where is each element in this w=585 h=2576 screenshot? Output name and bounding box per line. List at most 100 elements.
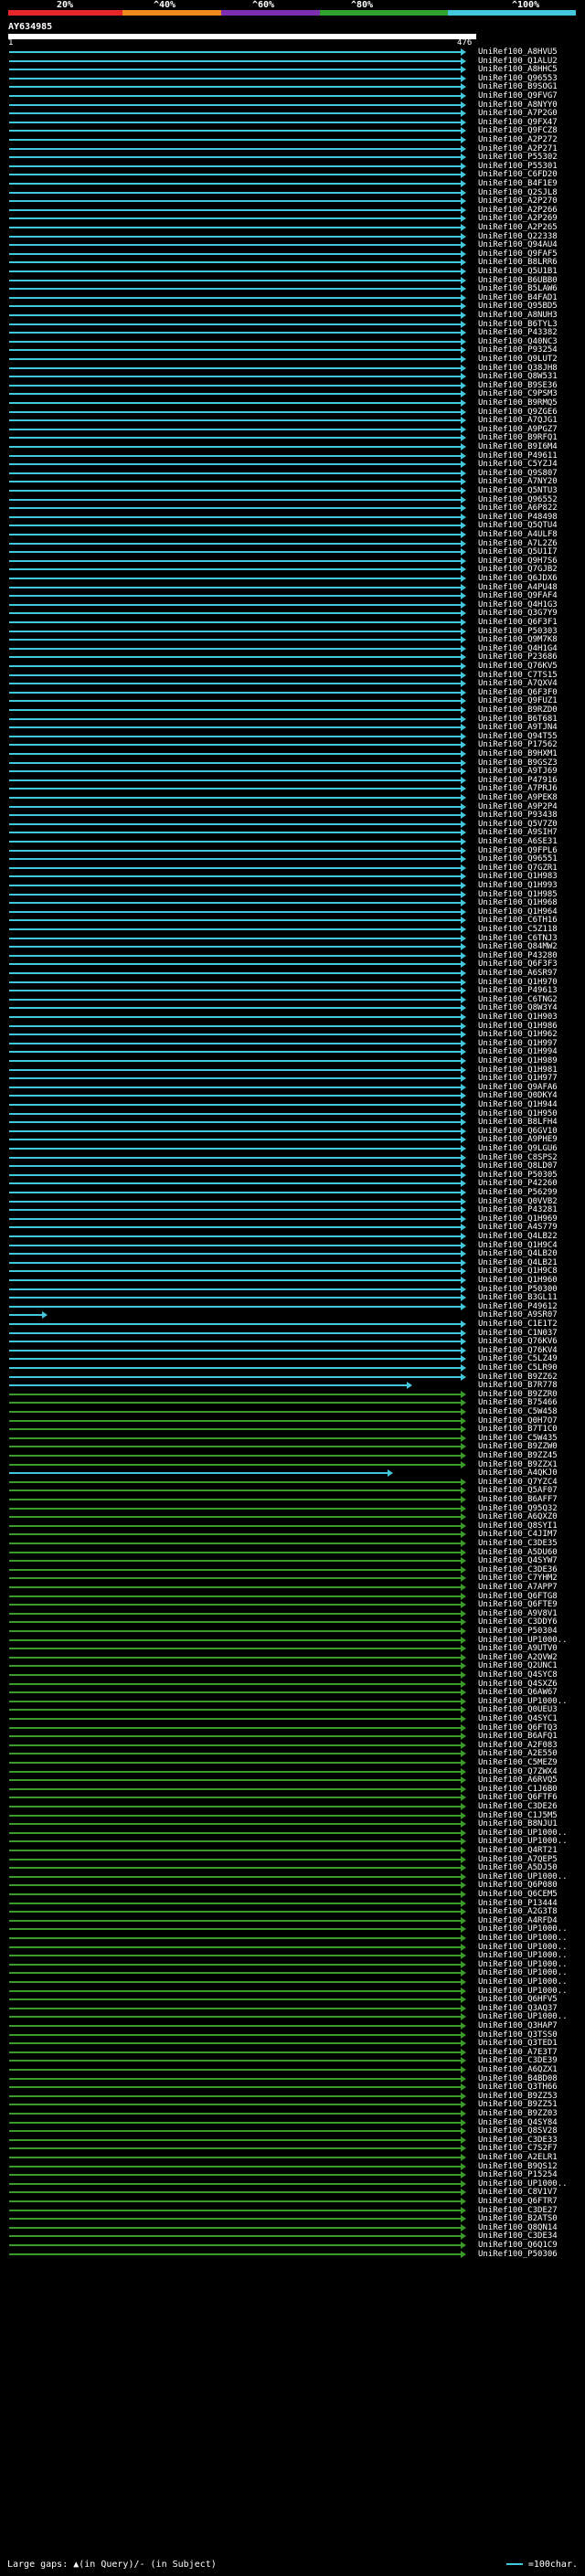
hit-bar[interactable] xyxy=(9,1762,461,1764)
hit-row[interactable]: UniRef100_Q6CEM5 xyxy=(9,1890,585,1899)
hit-row[interactable]: UniRef100_Q9FPL6 xyxy=(9,846,585,855)
hit-bar[interactable] xyxy=(9,2218,461,2221)
hit-row[interactable]: UniRef100_B7R778 xyxy=(9,1381,585,1390)
hit-row[interactable]: UniRef100_Q8LD07 xyxy=(9,1161,585,1171)
hit-label[interactable]: UniRef100_Q4H1G4 xyxy=(478,644,558,653)
hit-label[interactable]: UniRef100_B6T681 xyxy=(478,715,558,724)
hit-bar[interactable] xyxy=(9,2077,461,2080)
hit-row[interactable]: UniRef100_A2P272 xyxy=(9,135,585,144)
hit-row[interactable]: UniRef100_Q8W531 xyxy=(9,372,585,381)
hit-bar[interactable] xyxy=(9,2209,461,2211)
hit-row[interactable]: UniRef100_P49613 xyxy=(9,986,585,995)
hit-label[interactable]: UniRef100_Q40NC3 xyxy=(478,337,558,346)
hit-label[interactable]: UniRef100_Q9FX47 xyxy=(478,118,558,127)
hit-row[interactable]: UniRef100_Q1H964 xyxy=(9,907,585,917)
hit-label[interactable]: UniRef100_P50303 xyxy=(478,627,558,636)
hit-row[interactable]: UniRef100_Q1H985 xyxy=(9,890,585,899)
hit-row[interactable]: UniRef100_Q9AFA6 xyxy=(9,1083,585,1092)
hit-bar[interactable] xyxy=(9,1068,461,1071)
hit-row[interactable]: UniRef100_UP1000.. xyxy=(9,2179,585,2189)
hit-row[interactable]: UniRef100_Q6FTQ3 xyxy=(9,1723,585,1733)
hit-row[interactable]: UniRef100_Q94T55 xyxy=(9,732,585,741)
hit-row[interactable]: UniRef100_Q3TH66 xyxy=(9,2083,585,2092)
hit-row[interactable]: UniRef100_A2QVW2 xyxy=(9,1653,585,1662)
hit-row[interactable]: UniRef100_Q4LB21 xyxy=(9,1258,585,1267)
hit-row[interactable]: UniRef100_B3GL11 xyxy=(9,1293,585,1302)
hit-bar[interactable] xyxy=(9,1499,461,1500)
hit-row[interactable]: UniRef100_B9ZZ45 xyxy=(9,1451,585,1460)
hit-bar[interactable] xyxy=(9,349,461,352)
hit-bar[interactable] xyxy=(9,164,461,167)
hit-label[interactable]: UniRef100_C3DE26 xyxy=(478,1802,558,1811)
hit-row[interactable]: UniRef100_P50303 xyxy=(9,627,585,636)
hit-row[interactable]: UniRef100_UP1000.. xyxy=(9,1697,585,1706)
hit-bar[interactable] xyxy=(9,761,461,764)
hit-row[interactable]: UniRef100_B6AFF7 xyxy=(9,1495,585,1504)
hit-bar[interactable] xyxy=(9,1112,461,1115)
hit-label[interactable]: UniRef100_Q4SYC8 xyxy=(478,1670,558,1680)
hit-label[interactable]: UniRef100_Q9FVG7 xyxy=(478,91,558,101)
hit-bar[interactable] xyxy=(9,1551,461,1553)
hit-bar[interactable] xyxy=(9,261,461,264)
hit-bar[interactable] xyxy=(9,1156,461,1159)
hit-bar[interactable] xyxy=(9,578,461,579)
hit-bar[interactable] xyxy=(9,559,461,562)
hit-bar[interactable] xyxy=(9,2200,461,2202)
hit-label[interactable]: UniRef100_P56299 xyxy=(478,1188,558,1197)
hit-row[interactable]: UniRef100_Q1H944 xyxy=(9,1100,585,1109)
hit-row[interactable]: UniRef100_Q6GV10 xyxy=(9,1127,585,1136)
hit-row[interactable]: UniRef100_A2P265 xyxy=(9,223,585,232)
hit-row[interactable]: UniRef100_P47916 xyxy=(9,776,585,785)
hit-bar[interactable] xyxy=(9,296,461,299)
hit-bar[interactable] xyxy=(9,1691,461,1694)
hit-label[interactable]: UniRef100_Q6FTE9 xyxy=(478,1600,558,1609)
hit-label[interactable]: UniRef100_P50300 xyxy=(478,1285,558,1294)
hit-label[interactable]: UniRef100_B5LAW6 xyxy=(478,284,558,293)
hit-row[interactable]: UniRef100_A6QZX1 xyxy=(9,2065,585,2074)
hit-bar[interactable] xyxy=(9,1806,461,1807)
hit-label[interactable]: UniRef100_B6AFQ1 xyxy=(478,1732,558,1741)
hit-label[interactable]: UniRef100_Q1H989 xyxy=(478,1056,558,1065)
hit-row[interactable]: UniRef100_A9UTV0 xyxy=(9,1644,585,1653)
hit-label[interactable]: UniRef100_B9ZZ03 xyxy=(478,2109,558,2118)
hit-row[interactable]: UniRef100_Q5V7Z0 xyxy=(9,820,585,829)
hit-bar[interactable] xyxy=(9,1981,461,1983)
hit-row[interactable]: UniRef100_A9V8V1 xyxy=(9,1609,585,1618)
hit-bar[interactable] xyxy=(9,2174,461,2177)
hit-bar[interactable] xyxy=(9,1700,461,1702)
hit-label[interactable]: UniRef100_C3DE35 xyxy=(478,1539,558,1548)
hit-label[interactable]: UniRef100_Q76KV5 xyxy=(478,662,558,671)
hit-row[interactable]: UniRef100_B9ZZW0 xyxy=(9,1442,585,1451)
hit-label[interactable]: UniRef100_Q8W531 xyxy=(478,372,558,381)
hit-bar[interactable] xyxy=(9,393,461,396)
hit-label[interactable]: UniRef100_Q7GZR1 xyxy=(478,864,558,873)
hit-bar[interactable] xyxy=(9,673,461,676)
hit-bar[interactable] xyxy=(9,2121,461,2124)
hit-label[interactable]: UniRef100_C6TNG2 xyxy=(478,995,558,1004)
hit-row[interactable]: UniRef100_C8V1V7 xyxy=(9,2188,585,2197)
hit-label[interactable]: UniRef100_UP1000.. xyxy=(478,2179,568,2189)
hit-row[interactable]: UniRef100_P50300 xyxy=(9,1285,585,1294)
hit-label[interactable]: UniRef100_Q6F3F1 xyxy=(478,618,558,627)
hit-bar[interactable] xyxy=(9,902,461,905)
hit-bar[interactable] xyxy=(9,770,461,773)
hit-row[interactable]: UniRef100_Q6F3F1 xyxy=(9,618,585,627)
hit-label[interactable]: UniRef100_Q4H1G3 xyxy=(478,600,558,610)
hit-label[interactable]: UniRef100_Q3TH66 xyxy=(478,2083,558,2092)
hit-row[interactable]: UniRef100_B9SOG1 xyxy=(9,82,585,91)
hit-label[interactable]: UniRef100_A5DU60 xyxy=(478,1548,558,1557)
hit-row[interactable]: UniRef100_C3DE27 xyxy=(9,2206,585,2215)
hit-bar[interactable] xyxy=(9,1051,461,1054)
hit-bar[interactable] xyxy=(9,1902,461,1904)
hit-bar[interactable] xyxy=(9,972,461,974)
hit-bar[interactable] xyxy=(9,1568,461,1571)
hit-bar[interactable] xyxy=(9,1129,461,1132)
hit-row[interactable]: UniRef100_Q9FCZ8 xyxy=(9,126,585,135)
hit-row[interactable]: UniRef100_Q4SYW7 xyxy=(9,1556,585,1565)
hit-bar[interactable] xyxy=(9,147,461,150)
hit-label[interactable]: UniRef100_B75466 xyxy=(478,1398,558,1407)
hit-row[interactable]: UniRef100_UP1000.. xyxy=(9,1829,585,1838)
hit-label[interactable]: UniRef100_A7QEP5 xyxy=(478,1855,558,1864)
hit-row[interactable]: UniRef100_P49611 xyxy=(9,451,585,461)
hit-row[interactable]: UniRef100_B9ZZ51 xyxy=(9,2100,585,2109)
